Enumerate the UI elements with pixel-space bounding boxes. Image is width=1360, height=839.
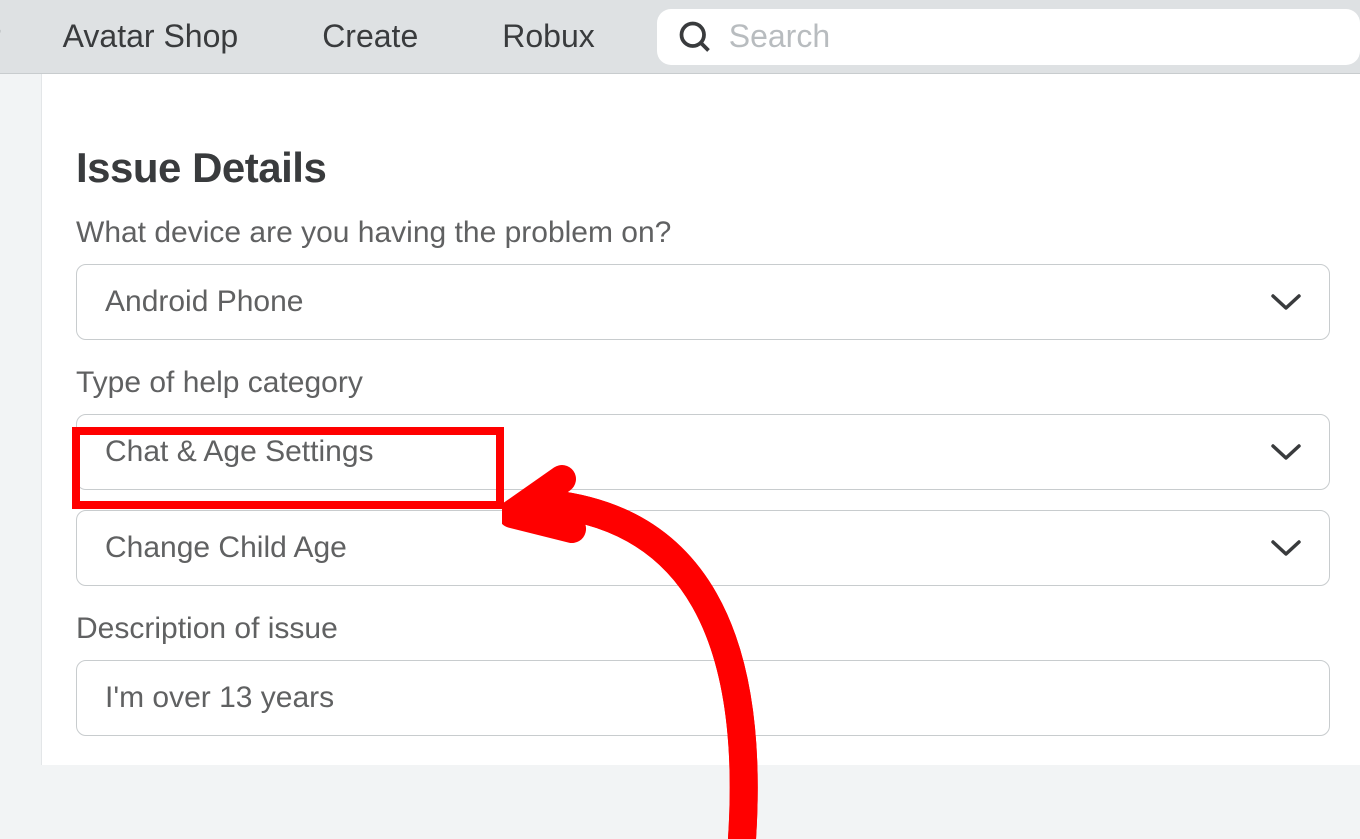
description-value: I'm over 13 years [105, 681, 334, 714]
chevron-down-icon [1271, 539, 1301, 557]
nav-item-robux[interactable]: Robux [460, 18, 637, 55]
chevron-down-icon [1271, 443, 1301, 461]
left-sidebar-gutter [0, 74, 42, 765]
form-card: Issue Details What device are you having… [42, 74, 1360, 765]
content-wrap: Issue Details What device are you having… [0, 74, 1360, 765]
device-dropdown[interactable]: Android Phone [76, 264, 1330, 340]
description-textarea[interactable]: I'm over 13 years [76, 660, 1330, 736]
nav-item-avatar-shop[interactable]: Avatar Shop [21, 18, 281, 55]
nav-item-create[interactable]: Create [280, 18, 460, 55]
device-label: What device are you having the problem o… [76, 216, 1330, 250]
subcategory-value: Change Child Age [105, 531, 347, 565]
nav-item-partial[interactable]: r [0, 18, 21, 55]
search-container[interactable] [657, 9, 1360, 65]
subcategory-dropdown[interactable]: Change Child Age [76, 510, 1330, 586]
search-input[interactable] [729, 18, 1340, 55]
top-navigation: r Avatar Shop Create Robux [0, 0, 1360, 74]
category-label: Type of help category [76, 366, 1330, 400]
chevron-down-icon [1271, 293, 1301, 311]
category-value: Chat & Age Settings [105, 435, 374, 469]
search-icon [677, 19, 713, 55]
description-label: Description of issue [76, 612, 1330, 646]
section-title: Issue Details [76, 144, 1330, 192]
device-value: Android Phone [105, 285, 304, 319]
category-dropdown[interactable]: Chat & Age Settings [76, 414, 1330, 490]
